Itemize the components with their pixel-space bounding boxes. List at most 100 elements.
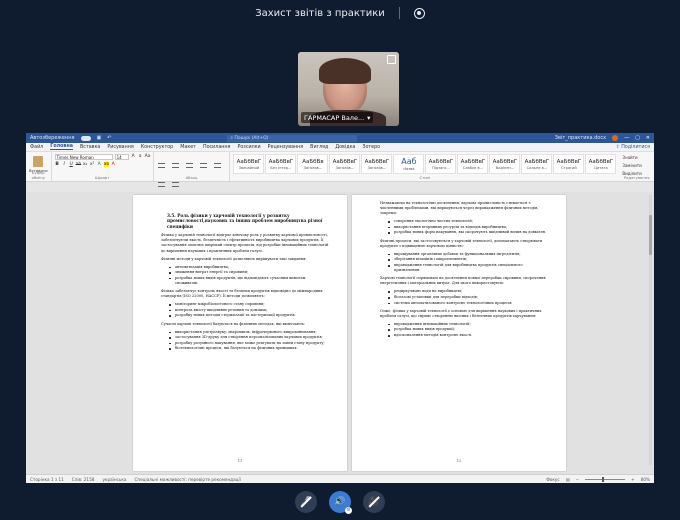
participant-video-tile[interactable]: ГАРМАСАР Вале... ▾ [298, 52, 399, 126]
change-case-icon[interactable]: Aa [145, 154, 151, 159]
style-item[interactable]: Ааб Назва [393, 154, 425, 174]
increase-indent-icon[interactable] [214, 163, 221, 168]
paragraph-row-1 [157, 154, 227, 192]
mic-off-button[interactable]: 🎤 [295, 491, 317, 513]
style-item[interactable]: АаБбВвГ Сильне в... [521, 154, 553, 174]
tab-item[interactable]: Макет [180, 145, 196, 150]
editing-command[interactable]: Знайти [622, 155, 651, 160]
superscript-icon[interactable]: x² [90, 162, 95, 167]
tab-item[interactable]: Рисування [107, 145, 133, 150]
paragraph: Отже, фізика у харчовій технології є осн… [380, 308, 542, 318]
bold-icon[interactable]: B [55, 162, 60, 167]
strikethrough-icon[interactable]: ab [76, 162, 82, 167]
tab-item[interactable]: Зотеро [362, 145, 380, 150]
camera-off-button[interactable]: 🎥 [363, 491, 385, 513]
search-box[interactable]: ⌕ Пошук (Alt+Q) [227, 134, 358, 142]
close-icon[interactable]: ✕ [646, 135, 650, 141]
minimize-icon[interactable]: — [624, 135, 629, 141]
style-name: Слабке в... [462, 165, 484, 170]
tab-item[interactable]: Розсилки [237, 145, 260, 150]
header-divider [398, 7, 400, 19]
zoom-slider[interactable] [585, 476, 626, 482]
print-layout-icon[interactable]: ▤ [566, 477, 570, 482]
tab-item[interactable]: Посилання [203, 145, 230, 150]
expand-icon[interactable] [387, 55, 396, 64]
style-sample: АаБбВвГ [556, 158, 582, 165]
decrease-indent-icon[interactable] [199, 163, 207, 168]
style-item[interactable]: АаБбВвГ Заголов... [361, 154, 393, 174]
tab-item[interactable]: Файл [30, 145, 43, 150]
autosave-label: Автозбереження [30, 135, 75, 141]
list-item: розробка нових видів продукції; [380, 327, 548, 332]
styles-gallery: АаБбВвГ Звичайний АаБбВвГ Без інтер... АаБбВ… [230, 152, 619, 181]
zoom-thumb[interactable] [602, 476, 605, 482]
maximize-icon[interactable]: ▢ [635, 135, 640, 141]
tab-item[interactable]: Конструктор [141, 145, 173, 150]
style-item[interactable]: АаБбВвГ Звичайний [233, 154, 265, 174]
highlight-icon[interactable]: ab [103, 162, 109, 167]
paste-icon[interactable] [33, 156, 44, 167]
save-icon[interactable]: ▣ [97, 135, 102, 141]
chevron-down-icon[interactable]: ▾ [367, 114, 370, 122]
record-icon[interactable] [413, 7, 425, 19]
autosave-toggle[interactable] [80, 135, 91, 141]
style-item[interactable]: АаБбВвГ Без інтер... [265, 154, 297, 174]
vertical-scrollbar[interactable] [649, 195, 652, 465]
avatar[interactable] [612, 135, 619, 141]
tab-item[interactable]: Вставка [80, 145, 100, 150]
styles-group-label: Стилі [419, 175, 431, 180]
font-color-icon[interactable]: A [111, 162, 116, 167]
show-marks-icon[interactable] [171, 182, 179, 187]
style-item[interactable]: АаБбВвГ Цитата [585, 154, 617, 174]
tab-item[interactable]: Вигляд [310, 145, 328, 150]
style-item[interactable]: АаБбВвГ Слабке в... [457, 154, 489, 174]
language-indicator[interactable]: українська [102, 477, 126, 482]
list-item: рециркуляцію води на виробництві; [380, 289, 548, 294]
paragraph: Фізичні методи у харчовій технології доз… [161, 256, 307, 261]
font-name-select[interactable]: Times New Roman [54, 154, 113, 160]
document-page-left[interactable]: 3.5. Роль фізики у харчовій технології у… [133, 195, 347, 471]
tab-item[interactable]: Довідка [335, 145, 355, 150]
zoom-level[interactable]: 80% [641, 477, 650, 482]
zoom-in-icon[interactable]: + [631, 477, 635, 482]
editing-command[interactable]: Замінити [622, 163, 651, 168]
subscript-icon[interactable]: x₂ [83, 162, 88, 167]
tab-item[interactable]: Рецензування [268, 145, 304, 150]
sort-icon[interactable] [157, 182, 165, 187]
tab-item[interactable]: Головна [50, 144, 74, 150]
settings-badge-icon[interactable]: ⚙ [345, 507, 352, 514]
share-button[interactable]: ⇪ Поділитися [616, 145, 650, 150]
style-item[interactable]: АаБбВвГ Строгий [553, 154, 585, 174]
style-sample: АаБбВвГ [492, 158, 518, 165]
text-effects-icon[interactable]: A [97, 162, 102, 167]
meeting-header: Захист звітів з практики [0, 0, 680, 26]
shrink-font-icon[interactable]: a [138, 154, 143, 159]
font-size-select[interactable]: 14 [114, 154, 129, 160]
focus-button[interactable]: Фокус [546, 477, 559, 482]
accessibility-status[interactable]: Спеціальні можливості: перевірте рекомен… [134, 477, 240, 482]
grow-font-icon[interactable]: A [131, 154, 136, 159]
bullet-list: впровадження інноваційних технологій; роз… [380, 322, 548, 338]
page-number: 11 [237, 459, 243, 463]
italic-icon[interactable]: I [62, 162, 67, 167]
page-count[interactable]: Сторінка 1 з 11 [30, 477, 64, 482]
clipboard-group-label: Буфер обміну [31, 170, 45, 180]
document-page-right[interactable]: Незважаючи на технологічні досягнення, х… [352, 195, 566, 471]
style-item[interactable]: АаБбВвГ Виділен... [489, 154, 521, 174]
paragraph: Сучасні харчові технології базуються на … [161, 321, 306, 326]
style-item[interactable]: АаБбВвГ Підзаго... [425, 154, 457, 174]
scrollbar-thumb[interactable] [649, 215, 652, 255]
list-item: використання вторинних ресурсів та відхо… [380, 225, 548, 230]
speaker-button[interactable]: 🔊 ⚙ [329, 491, 352, 514]
style-name: Сильне в... [526, 165, 548, 170]
numbering-icon[interactable] [171, 163, 179, 168]
style-item[interactable]: АаБбВв Заголов... [297, 154, 329, 174]
style-item[interactable]: АаБбВвГ Заголов... [329, 154, 361, 174]
zoom-out-icon[interactable]: − [576, 477, 580, 482]
multilevel-list-icon[interactable] [185, 163, 193, 168]
document-canvas[interactable]: 3.5. Роль фізики у харчовій технології у… [26, 192, 654, 474]
underline-icon[interactable]: U [69, 162, 74, 167]
undo-icon[interactable]: ↶ [107, 135, 111, 141]
bullets-icon[interactable] [157, 163, 165, 168]
word-count[interactable]: Слів: 2158 [72, 477, 95, 482]
